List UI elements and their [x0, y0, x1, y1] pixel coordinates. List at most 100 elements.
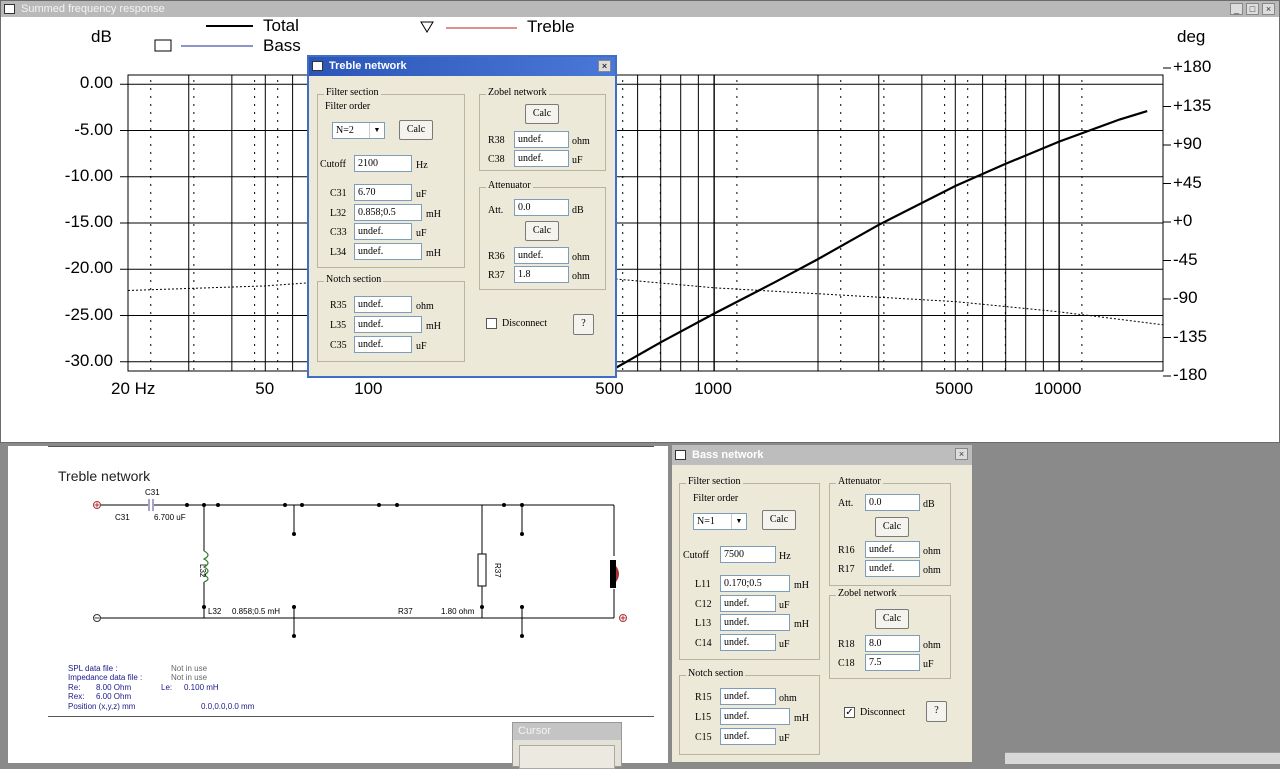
c35-input[interactable]: undef.	[354, 336, 412, 353]
att-unit: dB	[572, 205, 584, 216]
bass-disconnect-checkbox[interactable]: ✓	[844, 707, 855, 718]
x-tick-label: 100	[354, 379, 383, 398]
l15-label: L15	[695, 712, 712, 723]
dialog-icon	[675, 450, 686, 460]
zobel-calc-button[interactable]: Calc	[525, 104, 559, 124]
treble-close-icon[interactable]: ×	[598, 60, 611, 72]
spl-label: SPL data file :	[68, 664, 118, 673]
y-right-tick-label: -135	[1173, 326, 1208, 346]
bass-att-input[interactable]: 0.0	[865, 494, 920, 511]
c31-label: C31	[330, 188, 347, 199]
bass-attenuator-calc-button[interactable]: Calc	[875, 517, 909, 537]
c31-top-label: C31	[145, 488, 160, 497]
y-right-tick-label: +0	[1173, 211, 1193, 230]
l32-label: L32	[208, 607, 222, 616]
c33-input[interactable]: undef.	[354, 223, 412, 240]
legend-bass-box	[154, 39, 172, 52]
r16-input[interactable]: undef.	[865, 541, 920, 558]
l35-input[interactable]: undef.	[354, 316, 422, 333]
treble-network-dialog: Treble network × Filter section Filter o…	[307, 55, 617, 378]
bass-zobel-calc-button[interactable]: Calc	[875, 609, 909, 629]
treble-filter-section: Filter section Filter order N=2 ▼ Calc C…	[317, 87, 465, 268]
c31-value-label: 6.700 uF	[154, 513, 186, 522]
attenuator-calc-button[interactable]: Calc	[525, 221, 559, 241]
position-value: 0.0,0.0,0.0 mm	[201, 702, 255, 711]
c38-unit: uF	[572, 155, 583, 166]
c31-input[interactable]: 6.70	[354, 184, 412, 201]
l34-label: L34	[330, 247, 347, 258]
cutoff-unit: Hz	[416, 160, 428, 171]
r35-label: R35	[330, 300, 347, 311]
treble-titlebar[interactable]: Treble network ×	[309, 57, 615, 76]
l13-unit: mH	[794, 619, 809, 630]
y-left-tick-label: -30.00	[64, 350, 113, 370]
x-tick-label: 20 Hz	[111, 379, 156, 398]
c18-label: C18	[838, 658, 855, 669]
r18-input[interactable]: 8.0	[865, 635, 920, 652]
bass-filter-section: Filter section Filter order N=1 ▼ Calc C…	[679, 476, 820, 660]
r15-input[interactable]: undef.	[720, 688, 776, 705]
frequency-response-window: Summed frequency response _ □ × Total Ba…	[0, 0, 1280, 443]
cursor-window[interactable]: Cursor	[512, 722, 622, 769]
c18-input[interactable]: 7.5	[865, 654, 920, 671]
c12-input[interactable]: undef.	[720, 595, 776, 612]
le-value: 0.100 mH	[184, 683, 219, 692]
c15-input[interactable]: undef.	[720, 728, 776, 745]
bass-filter-calc-button[interactable]: Calc	[762, 510, 796, 530]
spl-value: Not in use	[171, 664, 208, 673]
x-tick-label: 5000	[935, 379, 974, 398]
filter-order-select[interactable]: N=2 ▼	[332, 122, 385, 139]
r35-input[interactable]: undef.	[354, 296, 412, 313]
bass-filter-order-select[interactable]: N=1 ▼	[693, 513, 747, 530]
treble-disconnect-label[interactable]: Disconnect	[502, 318, 547, 329]
schematic-wires	[98, 504, 615, 636]
bass-help-button[interactable]: ?	[926, 701, 947, 722]
r17-label: R17	[838, 564, 855, 575]
r36-input[interactable]: undef.	[514, 247, 569, 264]
l11-input[interactable]: 0.170;0.5	[720, 575, 790, 592]
r38-input[interactable]: undef.	[514, 131, 569, 148]
l32-label: L32	[330, 208, 347, 219]
r17-input[interactable]: undef.	[865, 560, 920, 577]
frequency-plot[interactable]	[1, 1, 1280, 444]
c38-label: C38	[488, 154, 505, 165]
y-right-tick-label: -45	[1173, 249, 1198, 269]
cursor-titlebar[interactable]: Cursor	[513, 723, 621, 740]
l34-unit: mH	[426, 248, 441, 259]
att-input[interactable]: 0.0	[514, 199, 569, 216]
cutoff-input[interactable]: 2100	[354, 155, 412, 172]
y-left-tick-label: -25.00	[64, 304, 113, 324]
l15-input[interactable]: undef.	[720, 708, 790, 725]
bass-cutoff-unit: Hz	[779, 551, 791, 562]
att-label: Att.	[488, 205, 504, 216]
treble-disconnect-checkbox[interactable]	[486, 318, 497, 329]
bass-att-label: Att.	[838, 498, 854, 509]
treble-filter-calc-button[interactable]: Calc	[399, 120, 433, 140]
c14-input[interactable]: undef.	[720, 634, 776, 651]
y-right-tick-label: +90	[1173, 134, 1202, 153]
filter-order-label: Filter order	[325, 101, 371, 112]
minus-terminal-icon	[93, 614, 101, 622]
bass-disconnect-label[interactable]: Disconnect	[860, 707, 905, 718]
c33-unit: uF	[416, 228, 427, 239]
r36-label: R36	[488, 251, 505, 262]
c14-unit: uF	[779, 639, 790, 650]
bass-cutoff-input[interactable]: 7500	[720, 546, 776, 563]
l35-label: L35	[330, 320, 347, 331]
legend-bass-label: Bass	[263, 36, 301, 55]
l13-input[interactable]: undef.	[720, 614, 790, 631]
legend-treble-label: Treble	[527, 17, 575, 36]
l15-unit: mH	[794, 713, 809, 724]
dialog-icon	[312, 61, 323, 71]
bass-close-icon[interactable]: ×	[955, 448, 968, 460]
treble-help-button[interactable]: ?	[573, 314, 594, 335]
l13-label: L13	[695, 618, 712, 629]
l32-input[interactable]: 0.858;0.5	[354, 204, 422, 221]
y-right-tick-label: +180	[1173, 57, 1212, 76]
l34-input[interactable]: undef.	[354, 243, 422, 260]
c38-input[interactable]: undef.	[514, 150, 569, 167]
bass-titlebar[interactable]: Bass network ×	[672, 445, 972, 465]
r37-input[interactable]: 1.8	[514, 266, 569, 283]
x-tick-label: 50	[255, 379, 275, 398]
x-tick-label: 1000	[694, 379, 732, 398]
